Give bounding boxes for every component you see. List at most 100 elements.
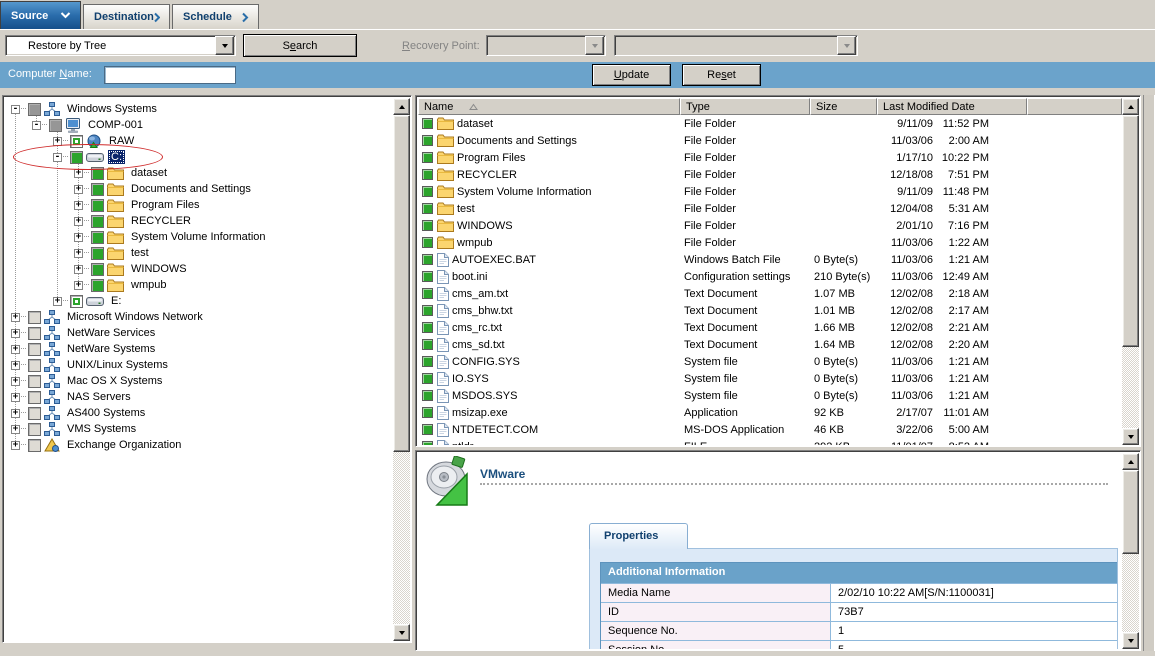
- scroll-track[interactable]: [393, 115, 410, 624]
- scroll-thumb[interactable]: [1122, 470, 1139, 554]
- file-name[interactable]: msizap.exe: [452, 407, 508, 419]
- expand-icon[interactable]: +: [11, 345, 20, 354]
- tree-item-label[interactable]: E:: [108, 294, 124, 308]
- file-row[interactable]: cms_am.txtText Document1.07 MB12/02/082:…: [418, 285, 1122, 302]
- tree-item[interactable]: + WINDOWS: [5, 261, 393, 277]
- file-row[interactable]: cms_bhw.txtText Document1.01 MB12/02/082…: [418, 302, 1122, 319]
- tree-item-label[interactable]: Program Files: [128, 198, 202, 212]
- expand-icon[interactable]: +: [53, 137, 62, 146]
- expand-icon[interactable]: +: [74, 265, 83, 274]
- tree-item-label[interactable]: NetWare Systems: [64, 342, 158, 356]
- tree-checkbox[interactable]: [70, 295, 83, 308]
- file-name[interactable]: wmpub: [457, 237, 492, 249]
- tree-checkbox[interactable]: [91, 279, 104, 292]
- file-row[interactable]: AUTOEXEC.BATWindows Batch File0 Byte(s)1…: [418, 251, 1122, 268]
- row-checkbox[interactable]: [422, 288, 433, 299]
- tree-item[interactable]: + wmpub: [5, 277, 393, 293]
- search-button[interactable]: Search: [243, 34, 357, 57]
- tree-item[interactable]: + E:: [5, 293, 393, 309]
- tree-item[interactable]: +AS400 Systems: [5, 405, 393, 421]
- row-checkbox[interactable]: [422, 169, 433, 180]
- tree-item-label[interactable]: UNIX/Linux Systems: [64, 358, 171, 372]
- tree-item-label[interactable]: NetWare Services: [64, 326, 158, 340]
- file-row[interactable]: testFile Folder12/04/085:31 AM: [418, 200, 1122, 217]
- tree-checkbox[interactable]: [28, 311, 41, 324]
- tree-item[interactable]: +Program Files: [5, 197, 393, 213]
- column-header-name[interactable]: Name: [418, 98, 680, 115]
- tree-checkbox[interactable]: [91, 215, 104, 228]
- expand-icon[interactable]: +: [74, 169, 83, 178]
- tree-checkbox[interactable]: [28, 103, 41, 116]
- tab-destination[interactable]: Destination: [83, 4, 170, 29]
- tree-item[interactable]: + UNIX/Linux Systems: [5, 357, 393, 373]
- expand-icon[interactable]: +: [11, 361, 20, 370]
- file-row[interactable]: msizap.exeApplication92 KB2/17/0711:01 A…: [418, 404, 1122, 421]
- tree-item-label[interactable]: RAW: [106, 134, 137, 148]
- file-name[interactable]: RECYCLER: [457, 169, 517, 181]
- tree-item[interactable]: + Microsoft Windows Network: [5, 309, 393, 325]
- tree-item[interactable]: +NetWare Services: [5, 325, 393, 341]
- tab-schedule[interactable]: Schedule: [172, 4, 259, 29]
- expand-icon[interactable]: +: [53, 297, 62, 306]
- tree-item-label[interactable]: Microsoft Windows Network: [64, 310, 206, 324]
- row-checkbox[interactable]: [422, 424, 433, 435]
- row-checkbox[interactable]: [422, 135, 433, 146]
- expand-icon[interactable]: +: [74, 249, 83, 258]
- tree-item-label[interactable]: WINDOWS: [128, 262, 190, 276]
- expand-icon[interactable]: +: [11, 313, 20, 322]
- tree-item[interactable]: + NetWare Systems: [5, 341, 393, 357]
- scroll-down-button[interactable]: [1122, 632, 1139, 649]
- tree-item[interactable]: -Windows Systems: [5, 101, 393, 117]
- tree-item[interactable]: +Mac OS X Systems: [5, 373, 393, 389]
- scroll-track[interactable]: [1122, 470, 1139, 632]
- tree-item[interactable]: -C:: [5, 149, 393, 165]
- file-name[interactable]: cms_am.txt: [452, 288, 508, 300]
- expand-icon[interactable]: +: [74, 281, 83, 290]
- scroll-up-button[interactable]: [1122, 453, 1139, 470]
- file-row[interactable]: MSDOS.SYSSystem file0 Byte(s)11/03/061:2…: [418, 387, 1122, 404]
- tree-checkbox[interactable]: [91, 263, 104, 276]
- file-name[interactable]: cms_sd.txt: [452, 339, 505, 351]
- details-scrollbar[interactable]: [1122, 453, 1139, 649]
- tree-item-label[interactable]: Documents and Settings: [128, 182, 254, 196]
- row-checkbox[interactable]: [422, 186, 433, 197]
- file-list-scrollbar[interactable]: [1122, 98, 1139, 445]
- scroll-up-button[interactable]: [393, 98, 410, 115]
- file-row[interactable]: Documents and SettingsFile Folder11/03/0…: [418, 132, 1122, 149]
- tree-item[interactable]: +test: [5, 245, 393, 261]
- tree-checkbox[interactable]: [28, 407, 41, 420]
- tab-properties[interactable]: Properties: [589, 523, 688, 549]
- tree-checkbox[interactable]: [28, 375, 41, 388]
- tree-item-label[interactable]: wmpub: [128, 278, 169, 292]
- tree-checkbox[interactable]: [49, 119, 62, 132]
- tree-item[interactable]: +System Volume Information: [5, 229, 393, 245]
- file-row[interactable]: boot.iniConfiguration settings210 Byte(s…: [418, 268, 1122, 285]
- file-row[interactable]: WINDOWSFile Folder2/01/107:16 PM: [418, 217, 1122, 234]
- file-name[interactable]: WINDOWS: [457, 220, 513, 232]
- scroll-down-button[interactable]: [393, 624, 410, 641]
- file-name[interactable]: IO.SYS: [452, 373, 489, 385]
- row-checkbox[interactable]: [422, 254, 433, 265]
- tree-item[interactable]: +RECYCLER: [5, 213, 393, 229]
- tree-checkbox[interactable]: [28, 439, 41, 452]
- file-row[interactable]: Program FilesFile Folder1/17/1010:22 PM: [418, 149, 1122, 166]
- file-name[interactable]: System Volume Information: [457, 186, 592, 198]
- tree-item-label[interactable]: AS400 Systems: [64, 406, 148, 420]
- expand-icon[interactable]: +: [11, 393, 20, 402]
- file-row[interactable]: NTDETECT.COMMS-DOS Application46 KB3/22/…: [418, 421, 1122, 438]
- collapse-icon[interactable]: -: [53, 153, 62, 162]
- row-checkbox[interactable]: [422, 152, 433, 163]
- file-name[interactable]: Program Files: [457, 152, 525, 164]
- column-header-size[interactable]: Size: [810, 98, 877, 115]
- tree-item-label[interactable]: VMS Systems: [64, 422, 139, 436]
- file-row[interactable]: System Volume InformationFile Folder9/11…: [418, 183, 1122, 200]
- file-row[interactable]: ntldrFILE292 KB11/01/078:52 AM: [418, 438, 1122, 445]
- tree-item[interactable]: + RAW: [5, 133, 393, 149]
- expand-icon[interactable]: +: [74, 185, 83, 194]
- column-header-last-modified[interactable]: Last Modified Date: [877, 98, 1027, 115]
- file-name[interactable]: test: [457, 203, 475, 215]
- computer-name-input[interactable]: [104, 66, 236, 84]
- file-row[interactable]: wmpubFile Folder11/03/061:22 AM: [418, 234, 1122, 251]
- collapse-icon[interactable]: -: [11, 105, 20, 114]
- reset-button[interactable]: Reset: [682, 64, 761, 86]
